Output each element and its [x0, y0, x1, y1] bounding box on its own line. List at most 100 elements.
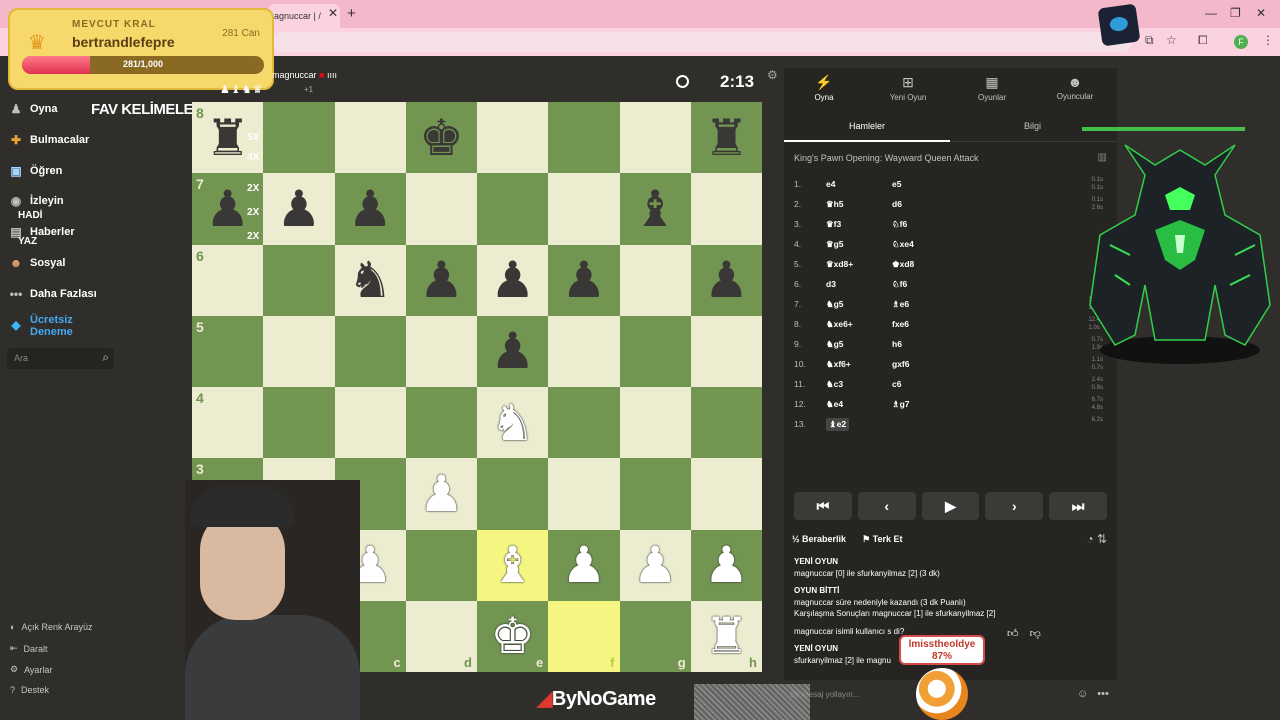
- black-move[interactable]: c6: [892, 379, 901, 389]
- black-move[interactable]: e5: [892, 179, 901, 189]
- chat-menu-icon[interactable]: •••: [1097, 688, 1109, 700]
- emoji-icon[interactable]: ☺: [1077, 688, 1088, 700]
- search-input[interactable]: Ara ⌕: [7, 348, 114, 369]
- square-h8[interactable]: ♜: [690, 102, 762, 174]
- square-d3[interactable]: ♟: [405, 458, 477, 530]
- tab-players[interactable]: ☻ Oyuncular: [1035, 74, 1115, 101]
- opponent-name[interactable]: magnuccar ■ ıııı: [272, 70, 337, 80]
- last-move-button[interactable]: ⏭: [1049, 492, 1107, 520]
- tab-close-icon[interactable]: ✕: [328, 6, 338, 20]
- nav-item-learn[interactable]: ▣ Öğren: [8, 164, 62, 178]
- square-g4[interactable]: [619, 387, 691, 459]
- nav-item-puzzles[interactable]: ✚ Bulmacalar: [8, 133, 89, 147]
- square-b4[interactable]: [263, 387, 335, 459]
- square-b6[interactable]: [263, 244, 335, 316]
- piece-wb[interactable]: ♝: [490, 540, 535, 590]
- square-a7[interactable]: 7 ♟ 2X 2X 2X: [192, 173, 264, 245]
- square-h5[interactable]: [690, 315, 762, 387]
- nav-item-more[interactable]: ••• Daha Fazlası: [8, 287, 97, 301]
- browser-menu-icon[interactable]: ⋮: [1262, 33, 1274, 47]
- black-move[interactable]: ♚xd8: [892, 259, 914, 270]
- white-move[interactable]: ♛f3: [826, 219, 841, 230]
- square-h1[interactable]: h ♜: [690, 600, 762, 672]
- white-move[interactable]: d3: [826, 279, 836, 289]
- white-move[interactable]: ♛h5: [826, 199, 844, 210]
- piece-wp[interactable]: ♟: [561, 540, 606, 590]
- next-move-button[interactable]: ›: [985, 492, 1044, 520]
- black-move[interactable]: fxe6: [892, 319, 909, 329]
- nav-item-watch[interactable]: ◉ İzleyin: [8, 194, 64, 208]
- maximize-icon[interactable]: ❐: [1230, 6, 1241, 20]
- square-e4[interactable]: ♞: [477, 387, 549, 459]
- square-h4[interactable]: [690, 387, 762, 459]
- square-b5[interactable]: [263, 315, 335, 387]
- white-move[interactable]: ♞e4: [826, 399, 843, 410]
- white-move[interactable]: ♞g5: [826, 299, 844, 310]
- square-f3[interactable]: [548, 458, 620, 530]
- search-icon[interactable]: ⌕: [102, 350, 109, 365]
- opening-name[interactable]: King's Pawn Opening: Wayward Queen Attac…: [794, 153, 978, 163]
- square-h7[interactable]: [690, 173, 762, 245]
- white-move[interactable]: ♛g5: [826, 239, 844, 250]
- square-e1[interactable]: e ♚: [477, 600, 549, 672]
- thumbs-up-icon[interactable]: 👍︎: [1007, 628, 1019, 640]
- square-d6[interactable]: ♟: [405, 244, 477, 316]
- piece-wn[interactable]: ♞: [490, 398, 535, 448]
- black-move[interactable]: ♘f6: [892, 279, 907, 290]
- tab-new-game[interactable]: ⊞ Yeni Oyun: [868, 74, 948, 102]
- profile-avatar[interactable]: F: [1234, 35, 1248, 49]
- nav-item-free-trial[interactable]: ◆ Ücretsiz Deneme: [8, 314, 72, 338]
- square-d5[interactable]: [405, 315, 477, 387]
- play-button[interactable]: ▶: [921, 492, 980, 520]
- square-b8[interactable]: [263, 102, 335, 174]
- piece-bp[interactable]: ♟: [348, 184, 393, 234]
- close-window-icon[interactable]: ✕: [1256, 6, 1266, 20]
- piece-bp[interactable]: ♟: [205, 184, 250, 234]
- square-e3[interactable]: [477, 458, 549, 530]
- piece-bp[interactable]: ♟: [490, 255, 535, 305]
- nav-item-social[interactable]: ☻ Sosyal: [8, 256, 66, 270]
- square-g2[interactable]: ♟: [619, 529, 691, 601]
- nav-support[interactable]: ? Destek: [10, 685, 49, 695]
- black-move[interactable]: d6: [892, 199, 902, 209]
- square-b7[interactable]: ♟: [263, 173, 335, 245]
- white-move[interactable]: ♝e2: [826, 418, 850, 431]
- piece-bp[interactable]: ♟: [419, 255, 464, 305]
- tab-games[interactable]: ▦ Oyunlar: [952, 74, 1032, 102]
- piece-bp[interactable]: ♟: [704, 255, 749, 305]
- black-move[interactable]: ♗g7: [892, 399, 910, 410]
- square-e7[interactable]: [477, 173, 549, 245]
- piece-br[interactable]: ♜: [704, 113, 749, 163]
- white-move[interactable]: ♞g5: [826, 339, 844, 350]
- square-a4[interactable]: 4: [192, 387, 264, 459]
- first-move-button[interactable]: ⏮: [794, 492, 852, 520]
- white-move[interactable]: ♞c3: [826, 379, 843, 390]
- square-d8[interactable]: ♚: [405, 102, 477, 174]
- piece-bp[interactable]: ♟: [561, 255, 606, 305]
- square-h2[interactable]: ♟: [690, 529, 762, 601]
- square-c4[interactable]: [334, 387, 406, 459]
- square-f8[interactable]: [548, 102, 620, 174]
- square-a5[interactable]: 5: [192, 315, 264, 387]
- tab-play[interactable]: ⚡ Oyna: [784, 74, 864, 102]
- piece-bp[interactable]: ♟: [276, 184, 321, 234]
- square-f1[interactable]: f: [548, 600, 620, 672]
- nav-settings[interactable]: ⚙ Ayarlar: [10, 664, 52, 675]
- piece-br[interactable]: ♜: [205, 113, 250, 163]
- piece-bn[interactable]: ♞: [348, 255, 393, 305]
- subtab-moves[interactable]: Hamleler: [849, 121, 885, 131]
- subtab-info[interactable]: Bilgi: [1024, 121, 1041, 131]
- piece-wk[interactable]: ♚: [490, 611, 535, 661]
- bookmark-star-icon[interactable]: ☆: [1166, 33, 1177, 47]
- draw-button[interactable]: ½ Beraberlik: [792, 534, 846, 545]
- square-d2[interactable]: [405, 529, 477, 601]
- square-a8[interactable]: 8 ♜ 5X 4X: [192, 102, 264, 174]
- piece-wp[interactable]: ♟: [633, 540, 678, 590]
- square-g5[interactable]: [619, 315, 691, 387]
- prev-move-button[interactable]: ‹: [857, 492, 916, 520]
- resign-button[interactable]: ⚑ Terk Et: [862, 534, 902, 545]
- square-a6[interactable]: 6: [192, 244, 264, 316]
- white-move[interactable]: ♞xf6+: [826, 359, 851, 370]
- square-c6[interactable]: ♞: [334, 244, 406, 316]
- square-e5[interactable]: ♟: [477, 315, 549, 387]
